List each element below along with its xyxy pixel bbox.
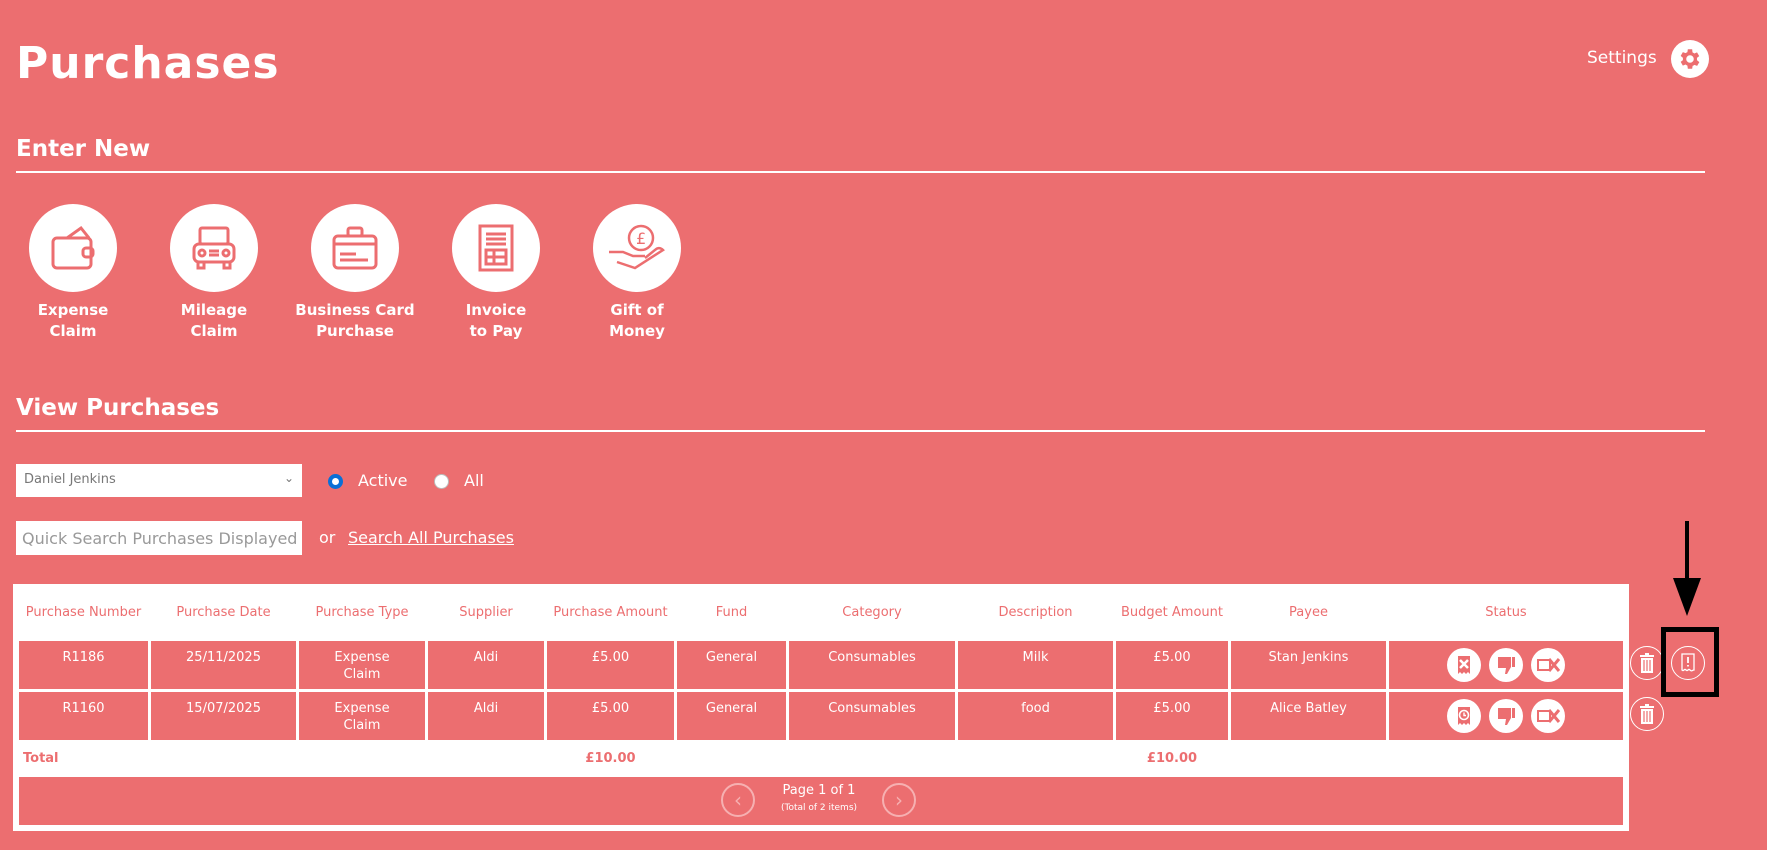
person-select-value: Daniel Jenkins [24, 472, 116, 487]
purchase-number[interactable]: R1160 [16, 688, 151, 743]
budget-amount: £5.00 [1113, 688, 1231, 743]
receipt-pending-icon[interactable] [1447, 698, 1481, 733]
col-header[interactable]: Category [788, 587, 957, 639]
fund: General [674, 688, 789, 743]
arrow-shaft [1685, 521, 1689, 581]
col-header[interactable]: Purchase Date [150, 587, 298, 639]
invoice-icon [452, 204, 540, 292]
card-cancel-icon[interactable] [1531, 647, 1565, 682]
col-header[interactable]: Payee [1230, 587, 1388, 639]
prev-page-button[interactable]: ‹ [721, 783, 755, 817]
divider [16, 171, 1705, 173]
hand-pound-icon: £ [593, 204, 681, 292]
invoice-to-pay-button[interactable]: Invoice to Pay [426, 204, 566, 342]
view-purchases-heading: View Purchases [16, 395, 220, 421]
col-header[interactable]: Description [957, 587, 1115, 639]
radio-active[interactable] [328, 474, 343, 489]
fund: General [674, 637, 789, 692]
table-row[interactable]: R1186 25/11/2025 Expense Claim Aldi £5.0… [16, 637, 1626, 692]
briefcase-card-icon [311, 204, 399, 292]
page-indicator: Page 1 of 1 [782, 783, 856, 798]
col-header[interactable]: Status [1388, 587, 1625, 639]
gift-of-money-button[interactable]: £ Gift of Money [567, 204, 707, 342]
description: food [955, 688, 1116, 743]
mileage-claim-button[interactable]: Mileage Claim [144, 204, 284, 342]
payee: Alice Batley [1228, 688, 1389, 743]
car-icon [170, 204, 258, 292]
divider [16, 430, 1705, 432]
payee: Stan Jenkins [1228, 637, 1389, 692]
card-cancel-icon[interactable] [1531, 698, 1565, 733]
thumbs-down-icon[interactable] [1489, 698, 1523, 733]
wallet-icon [29, 204, 117, 292]
total-row: Total £10.00 £10.00 [16, 739, 1626, 777]
or-text: or [319, 528, 336, 547]
category: Consumables [786, 637, 958, 692]
delete-row-1-button[interactable] [1630, 646, 1664, 680]
col-header[interactable]: Supplier [427, 587, 546, 639]
purchase-type: Expense Claim [296, 637, 428, 692]
enter-new-heading: Enter New [16, 136, 151, 162]
table-header: Purchase Number Purchase Date Purchase T… [18, 587, 1625, 639]
purchase-date: 25/11/2025 [148, 637, 299, 692]
status-cell [1386, 637, 1626, 692]
person-select[interactable]: Daniel Jenkins ⌄ [16, 464, 302, 497]
purchase-type: Expense Claim [296, 688, 428, 743]
quick-search-input[interactable] [16, 521, 302, 555]
category: Consumables [786, 688, 958, 743]
total-budget: £10.00 [1113, 739, 1231, 777]
thumbs-down-icon[interactable] [1489, 647, 1523, 682]
delete-row-2-button[interactable] [1630, 697, 1664, 731]
col-header[interactable]: Fund [676, 587, 788, 639]
settings-link[interactable]: Settings [1587, 48, 1657, 68]
chevron-left-icon: ‹ [734, 788, 742, 812]
total-label: Total [16, 739, 151, 777]
arrow-down-icon [1673, 578, 1701, 616]
expense-claim-button[interactable]: Expense Claim [3, 204, 143, 342]
col-header[interactable]: Purchase Type [298, 587, 427, 639]
next-page-button[interactable]: › [882, 783, 916, 817]
total-amount: £10.00 [544, 739, 677, 777]
status-cell [1386, 688, 1626, 743]
purchase-date: 15/07/2025 [148, 688, 299, 743]
radio-all-label: All [464, 471, 484, 490]
purchase-amount: £5.00 [544, 637, 677, 692]
svg-text:£: £ [636, 229, 646, 248]
gear-icon[interactable] [1671, 40, 1709, 78]
col-header[interactable]: Budget Amount [1115, 587, 1230, 639]
purchase-number[interactable]: R1186 [16, 637, 151, 692]
chevron-right-icon: › [895, 788, 903, 812]
col-header[interactable]: Purchase Number [18, 587, 150, 639]
trash-icon [1640, 704, 1654, 724]
total-items: (Total of 2 items) [780, 803, 858, 813]
radio-active-label: Active [358, 471, 408, 490]
table-row[interactable]: R1160 15/07/2025 Expense Claim Aldi £5.0… [16, 688, 1626, 743]
supplier: Aldi [425, 637, 547, 692]
budget-amount: £5.00 [1113, 637, 1231, 692]
receipt-rejected-icon[interactable] [1447, 647, 1481, 682]
chevron-down-icon: ⌄ [283, 471, 294, 485]
highlight-box [1661, 627, 1719, 697]
description: Milk [955, 637, 1116, 692]
trash-icon [1640, 653, 1654, 673]
business-card-purchase-button[interactable]: Business Card Purchase [285, 204, 425, 342]
col-header[interactable]: Purchase Amount [546, 587, 676, 639]
purchase-amount: £5.00 [544, 688, 677, 743]
radio-all[interactable] [434, 474, 449, 489]
page-title: Purchases [16, 38, 280, 89]
supplier: Aldi [425, 688, 547, 743]
search-all-purchases-link[interactable]: Search All Purchases [348, 528, 514, 547]
